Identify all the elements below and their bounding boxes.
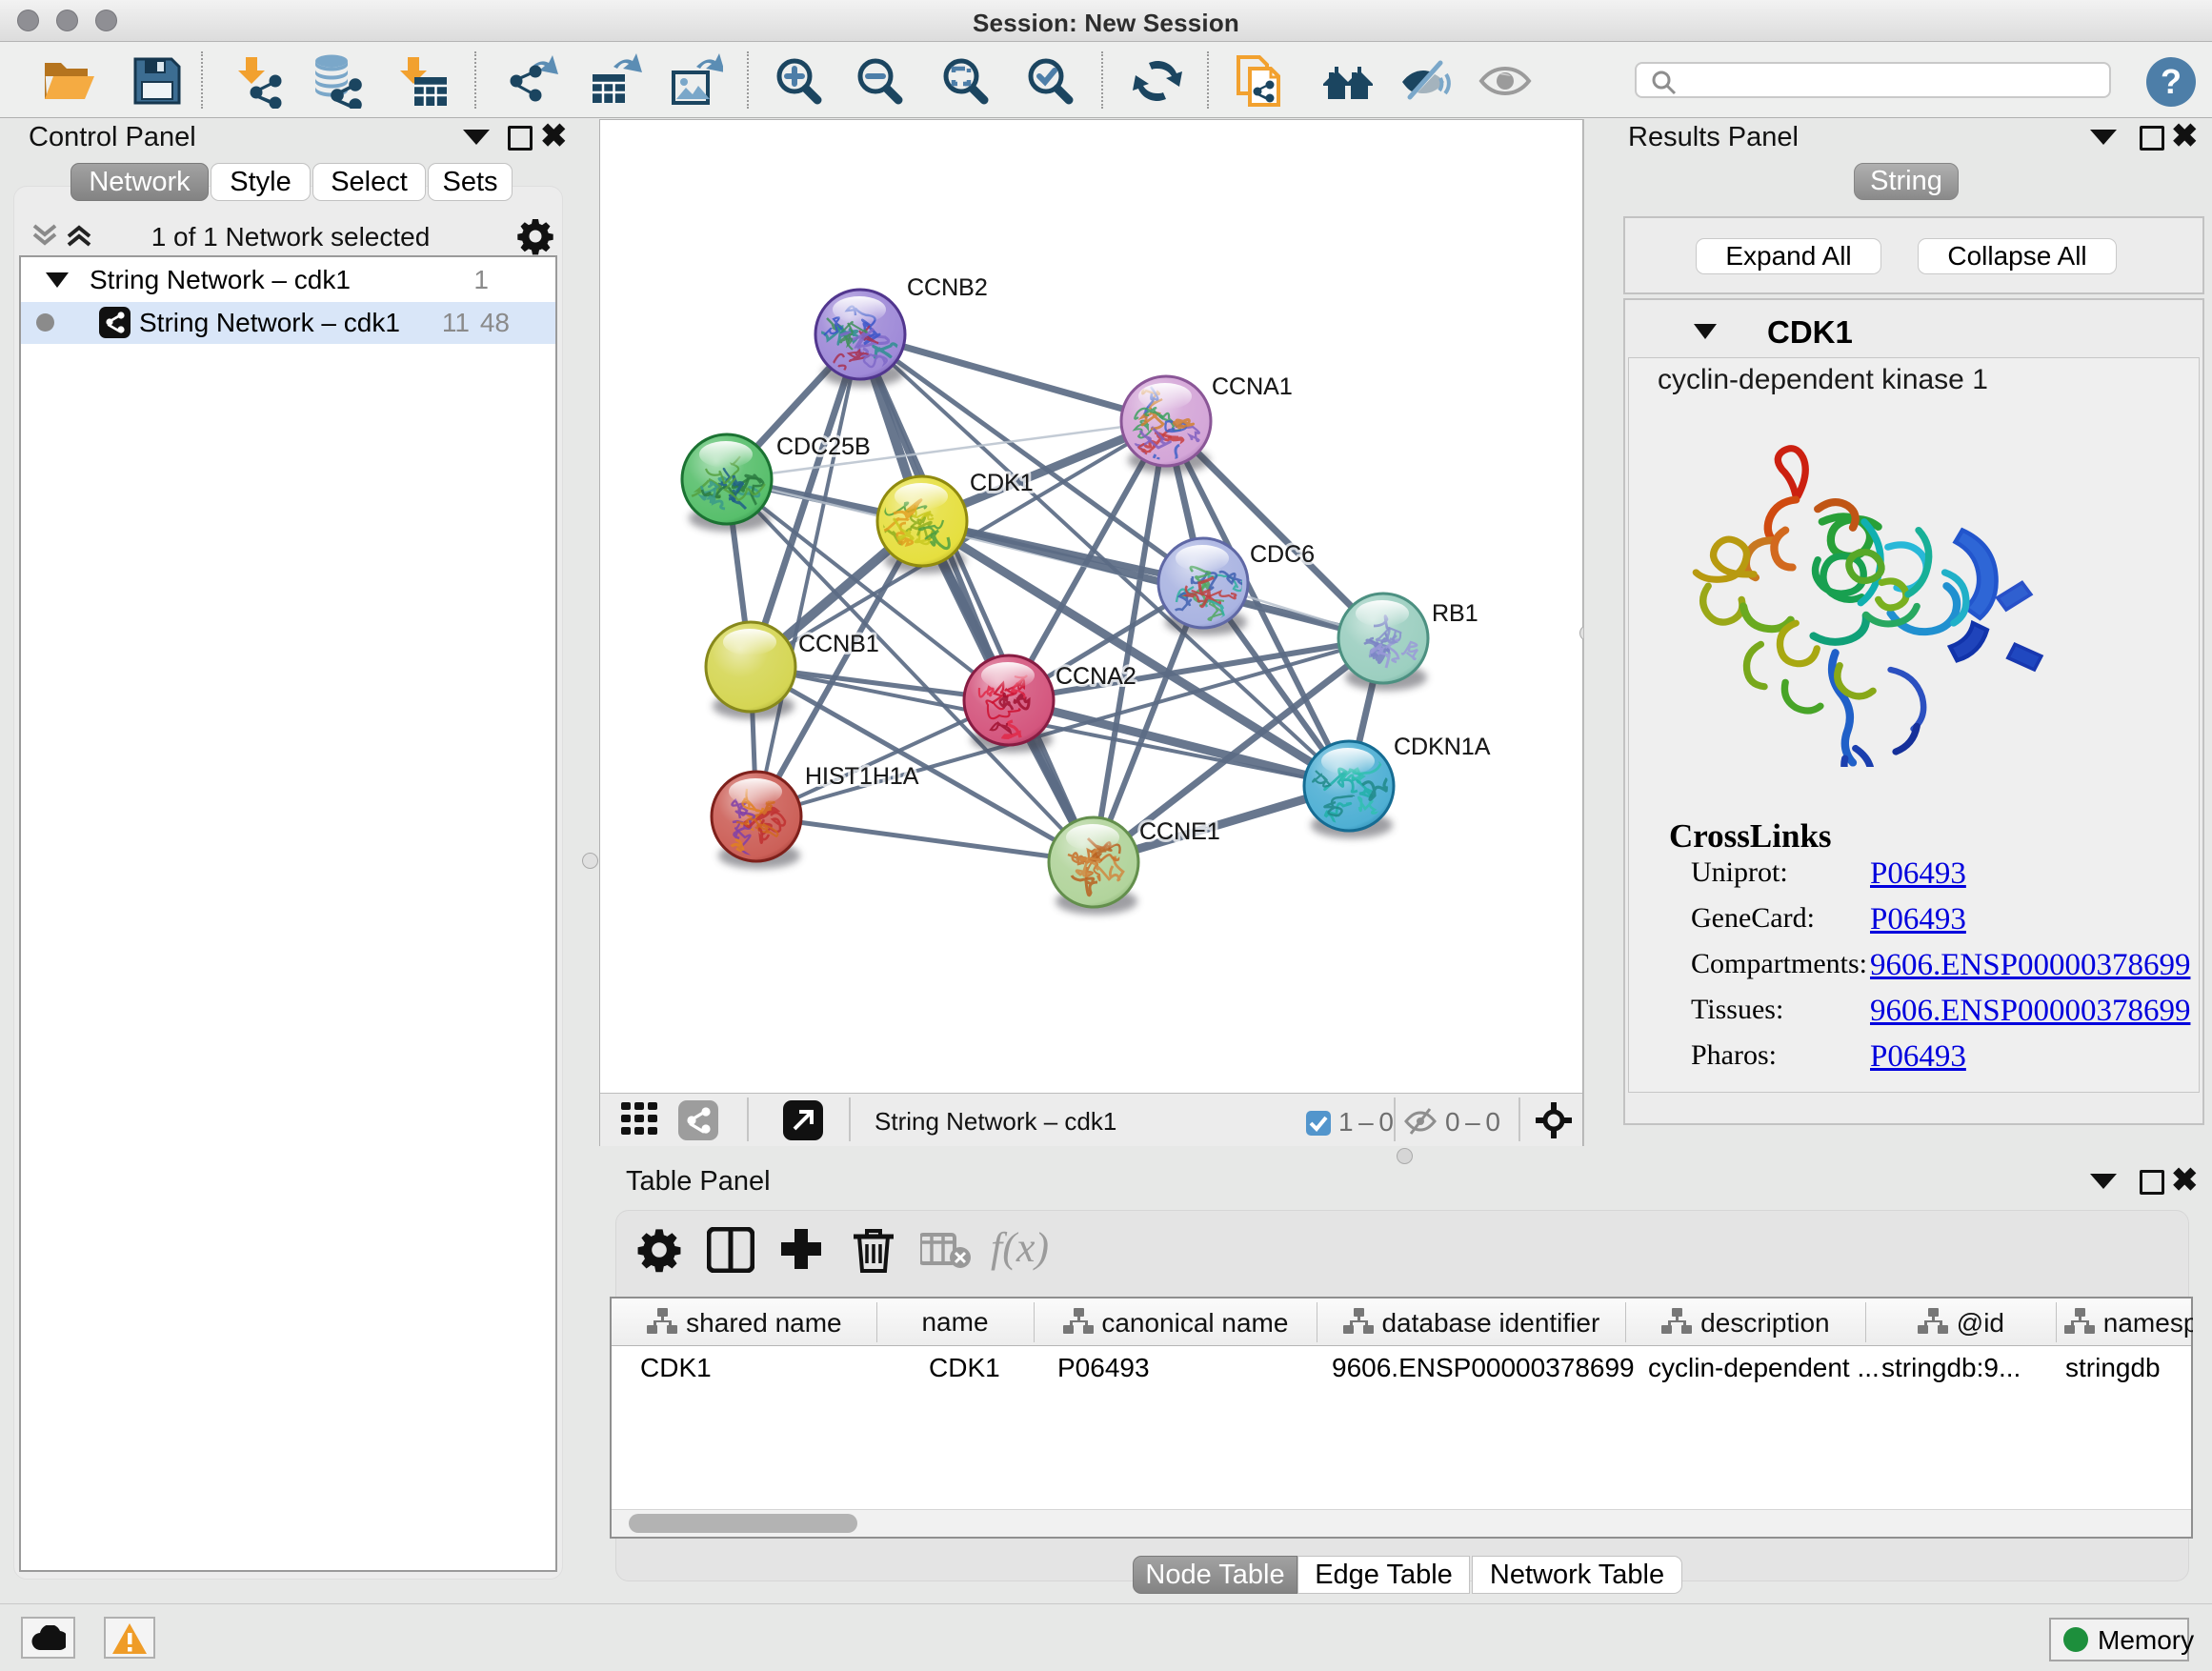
svg-text:HIST1H1A: HIST1H1A: [805, 763, 919, 790]
svg-text:CCNA2: CCNA2: [1056, 663, 1136, 690]
svg-text:CDK1: CDK1: [970, 470, 1034, 496]
svg-text:?: ?: [2161, 62, 2182, 101]
svg-text:CDKN1A: CDKN1A: [1394, 734, 1491, 760]
svg-text:CCNB2: CCNB2: [907, 274, 988, 301]
svg-text:CDC6: CDC6: [1250, 541, 1315, 568]
svg-text:CCNA1: CCNA1: [1212, 373, 1293, 400]
svg-text:CDC25B: CDC25B: [776, 433, 871, 460]
svg-text:CCNE1: CCNE1: [1139, 818, 1220, 845]
svg-text:RB1: RB1: [1432, 600, 1478, 627]
svg-text:CCNB1: CCNB1: [798, 631, 879, 657]
